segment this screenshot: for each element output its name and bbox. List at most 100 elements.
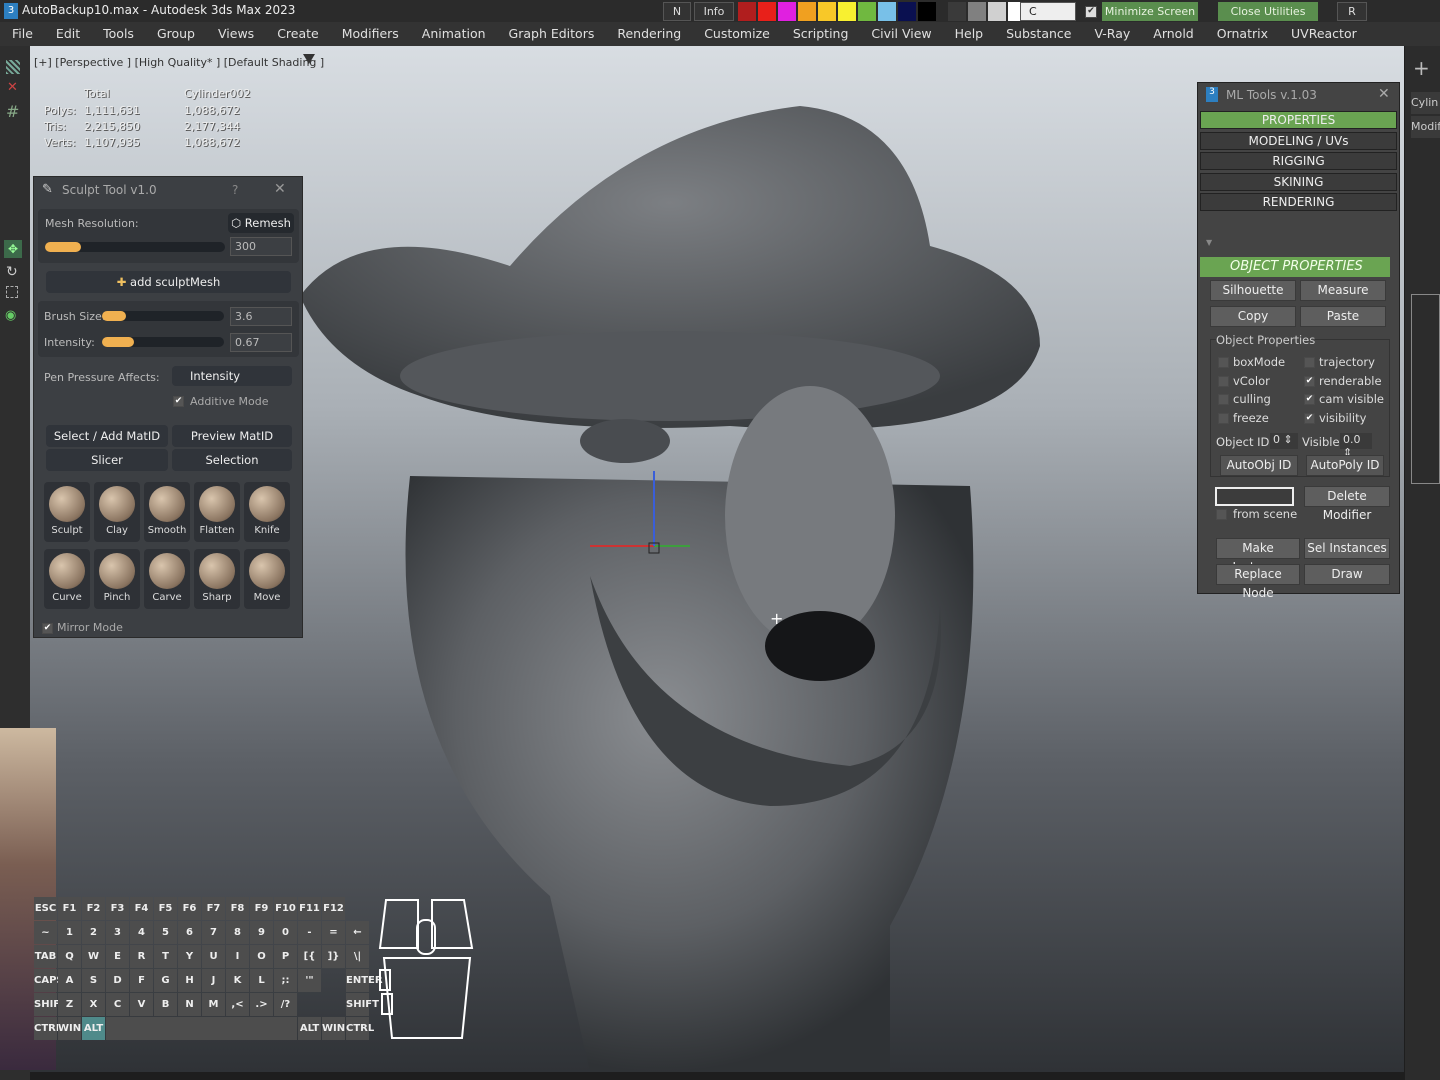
key-K[interactable]: K xyxy=(226,969,249,992)
key-9[interactable]: 9 xyxy=(250,921,273,944)
close-utilities-button[interactable]: Close Utilities xyxy=(1218,2,1318,21)
slicer-button[interactable]: Slicer xyxy=(46,449,168,471)
key-V[interactable]: V xyxy=(130,993,153,1016)
brush-size-slider[interactable] xyxy=(102,311,224,321)
key-TAB[interactable]: TAB xyxy=(34,945,57,968)
brush-sculpt[interactable]: Sculpt xyxy=(44,482,90,542)
key-A[interactable]: A xyxy=(58,969,81,992)
color-swatch[interactable] xyxy=(798,2,816,21)
color-swatch[interactable] xyxy=(858,2,876,21)
menu-file[interactable]: File xyxy=(0,22,44,46)
key-sym[interactable]: '" xyxy=(298,969,321,992)
key-P[interactable]: P xyxy=(274,945,297,968)
key-S[interactable]: S xyxy=(82,969,105,992)
brush-move[interactable]: Move xyxy=(244,549,290,609)
key-2[interactable]: 2 xyxy=(82,921,105,944)
key-F11[interactable]: F11 xyxy=(298,897,321,920)
object-name-field[interactable]: Cylin xyxy=(1411,92,1440,114)
visibility-checkbox[interactable]: ✔ xyxy=(1304,412,1315,424)
key-win[interactable]: WIN xyxy=(58,1017,81,1040)
intensity-field[interactable]: 0.67 xyxy=(230,333,292,352)
key-O[interactable]: O xyxy=(250,945,273,968)
key-F1[interactable]: F1 xyxy=(58,897,81,920)
key-ctrl[interactable]: CTRL xyxy=(34,1017,62,1040)
key-CAPS[interactable]: CAPS xyxy=(34,969,64,992)
modifier-stack[interactable] xyxy=(1411,294,1440,484)
key-F6[interactable]: F6 xyxy=(178,897,201,920)
color-swatch[interactable] xyxy=(968,2,986,21)
key-sym[interactable]: \| xyxy=(346,945,369,968)
key-F4[interactable]: F4 xyxy=(130,897,153,920)
brush-pinch[interactable]: Pinch xyxy=(94,549,140,609)
key-F7[interactable]: F7 xyxy=(202,897,225,920)
menu-civil-view[interactable]: Civil View xyxy=(859,22,942,46)
key-0[interactable]: 0 xyxy=(274,921,297,944)
cam-visible-checkbox[interactable]: ✔ xyxy=(1304,394,1315,405)
menu-substance[interactable]: Substance xyxy=(994,22,1082,46)
object-id-spinner[interactable]: 0 ⇕ xyxy=(1270,433,1298,449)
additive-mode-checkbox[interactable]: ✔ xyxy=(173,396,184,407)
key-M[interactable]: M xyxy=(202,993,225,1016)
key-sym[interactable]: [{ xyxy=(298,945,321,968)
key-win[interactable]: WIN xyxy=(322,1017,345,1040)
draw-button[interactable]: Draw xyxy=(1304,564,1390,585)
key-R[interactable]: R xyxy=(130,945,153,968)
eye-icon[interactable]: ◉ xyxy=(5,308,16,323)
key-SHIFT[interactable]: SHIFT xyxy=(34,993,67,1016)
boxMode-checkbox[interactable] xyxy=(1218,357,1229,368)
menu-tools[interactable]: Tools xyxy=(91,22,145,46)
key-F12[interactable]: F12 xyxy=(322,897,345,920)
key-ENTER[interactable]: ENTER xyxy=(346,969,383,992)
tab-rigging[interactable]: RIGGING xyxy=(1200,152,1397,170)
menu-edit[interactable]: Edit xyxy=(44,22,91,46)
color-swatch[interactable] xyxy=(988,2,1006,21)
key-sym[interactable]: .> xyxy=(250,993,273,1016)
rotate-icon[interactable]: ↻ xyxy=(6,264,18,280)
mesh-resolution-slider[interactable] xyxy=(45,242,225,252)
menu-v-ray[interactable]: V-Ray xyxy=(1082,22,1141,46)
c-color-field[interactable]: C xyxy=(1020,2,1076,21)
freeze-checkbox[interactable] xyxy=(1218,412,1229,424)
key-Z[interactable]: Z xyxy=(58,993,81,1016)
key-W[interactable]: W xyxy=(82,945,105,968)
color-swatch[interactable] xyxy=(878,2,896,21)
key-J[interactable]: J xyxy=(202,969,225,992)
key-4[interactable]: 4 xyxy=(130,921,153,944)
culling-checkbox[interactable] xyxy=(1218,394,1229,405)
modifier-name-field[interactable] xyxy=(1215,487,1294,506)
trajectory-checkbox[interactable] xyxy=(1304,357,1315,368)
brush-clay[interactable]: Clay xyxy=(94,482,140,542)
autoobj-id-button[interactable]: AutoObj ID xyxy=(1220,455,1298,476)
move-icon[interactable]: ✥ xyxy=(4,240,22,258)
key-sym[interactable]: ,< xyxy=(226,993,249,1016)
add-sculptmesh-button[interactable]: ✚ add sculptMesh xyxy=(46,271,291,293)
visible-spinner[interactable]: 0.0 ⇕ xyxy=(1340,433,1372,459)
key-5[interactable]: 5 xyxy=(154,921,177,944)
key-F10[interactable]: F10 xyxy=(274,897,297,920)
key-D[interactable]: D xyxy=(106,969,129,992)
key-U[interactable]: U xyxy=(202,945,225,968)
hash-grid-icon[interactable]: # xyxy=(6,102,19,121)
key-F[interactable]: F xyxy=(130,969,153,992)
key-1[interactable]: 1 xyxy=(58,921,81,944)
make-instance-button[interactable]: Make Instance xyxy=(1216,538,1300,574)
close-icon[interactable]: ✕ xyxy=(274,181,286,197)
mirror-mode-checkbox[interactable]: ✔ xyxy=(42,623,53,634)
create-plus-icon[interactable]: + xyxy=(1413,56,1430,80)
color-swatch[interactable] xyxy=(838,2,856,21)
intensity-slider[interactable] xyxy=(102,337,224,347)
renderable-checkbox[interactable]: ✔ xyxy=(1304,375,1315,387)
key-sym[interactable]: - xyxy=(298,921,321,944)
slider-knob[interactable] xyxy=(45,242,81,252)
menu-views[interactable]: Views xyxy=(206,22,265,46)
tab-properties[interactable]: PROPERTIES xyxy=(1200,111,1397,129)
key-sym[interactable]: = xyxy=(322,921,345,944)
key-SHIFT[interactable]: SHIFT xyxy=(346,993,379,1016)
viewport-label[interactable]: [+] [Perspective ] [High Quality* ] [Def… xyxy=(34,56,324,69)
brush-smooth[interactable]: Smooth xyxy=(144,482,190,542)
color-swatch[interactable] xyxy=(918,2,936,21)
tab-rendering[interactable]: RENDERING xyxy=(1200,193,1397,211)
key-F3[interactable]: F3 xyxy=(106,897,129,920)
key-C[interactable]: C xyxy=(106,993,129,1016)
pen-pressure-dropdown[interactable]: Intensity xyxy=(172,366,292,386)
